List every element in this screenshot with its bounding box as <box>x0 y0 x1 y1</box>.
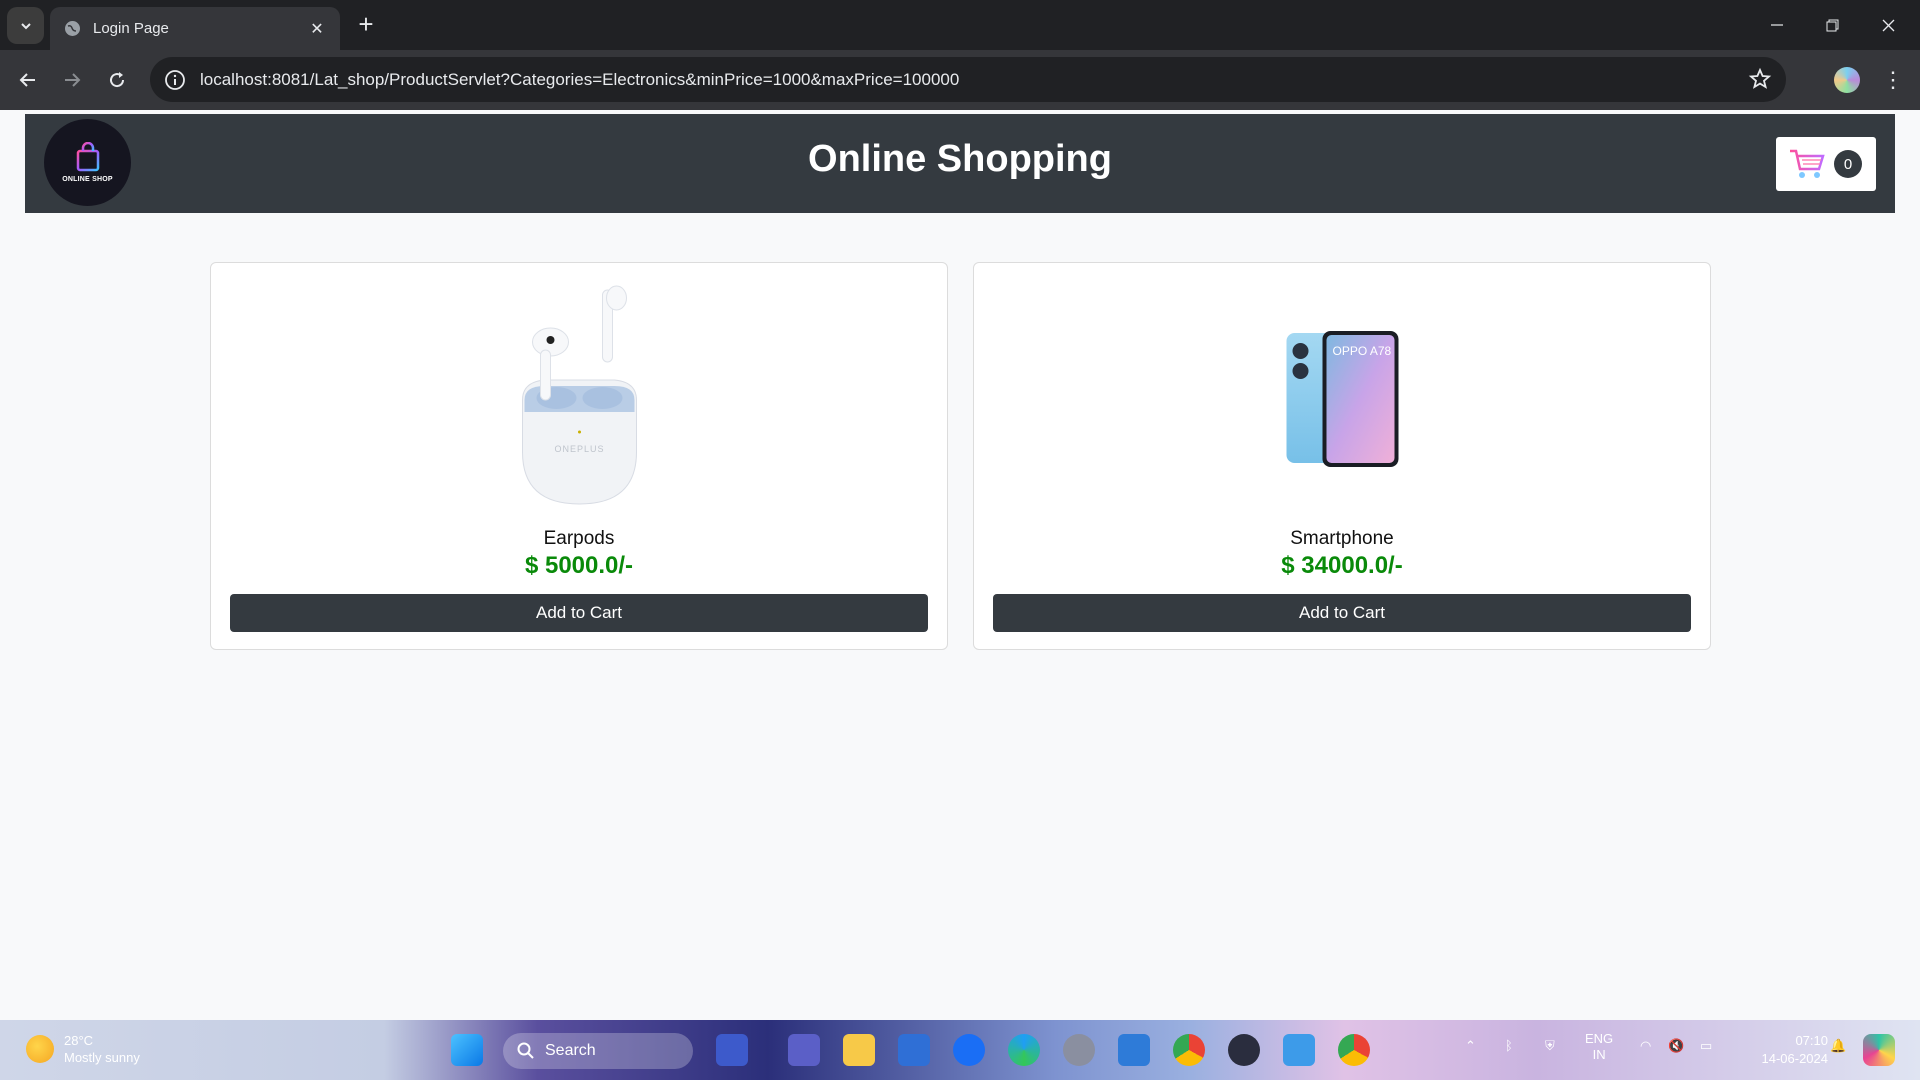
notepad-icon[interactable] <box>1283 1034 1315 1066</box>
chrome-icon[interactable] <box>1173 1034 1205 1066</box>
close-tab-icon[interactable]: ✕ <box>308 19 326 39</box>
browser-tab-bar: Login Page ✕ + <box>0 0 1920 50</box>
arrow-right-icon <box>65 73 81 87</box>
taskbar-search[interactable]: Search <box>503 1033 693 1069</box>
sun-icon <box>26 1035 54 1063</box>
product-card: ONEPLUS Earpods $ 5000.0/- Add to Cart <box>210 262 948 650</box>
region: IN <box>1592 1047 1606 1062</box>
product-price: $ 5000.0/- <box>524 552 634 579</box>
eclipse-icon[interactable] <box>1228 1034 1260 1066</box>
minimize-button[interactable] <box>1755 10 1799 40</box>
profile-avatar[interactable] <box>1834 67 1860 93</box>
product-name: Earpods <box>543 528 615 549</box>
restore-button[interactable] <box>1810 10 1854 40</box>
widgets-icon[interactable] <box>716 1034 748 1066</box>
edge-icon[interactable] <box>1008 1034 1040 1066</box>
add-to-cart-button[interactable]: Add to Cart <box>230 594 928 632</box>
cart-button[interactable]: 0 <box>1776 137 1876 191</box>
earpods-image: ONEPLUS <box>507 281 652 511</box>
weather-text: Mostly sunny <box>64 1050 140 1065</box>
earpods-brand: ONEPLUS <box>554 444 604 454</box>
chevron-up-icon[interactable]: ⌃ <box>1465 1038 1476 1054</box>
forward-button[interactable] <box>56 64 88 96</box>
battery-icon[interactable]: ▭ <box>1700 1038 1712 1054</box>
shopping-cart-icon <box>1790 149 1825 178</box>
site-header: ONLINE SHOP Online Shopping 0 <box>25 114 1895 213</box>
site-info-icon[interactable] <box>164 69 186 91</box>
reload-icon <box>110 72 125 88</box>
search-icon <box>517 1042 534 1059</box>
bookmark-star-icon[interactable] <box>1748 67 1772 91</box>
chevron-down-icon <box>20 22 31 29</box>
close-window-button[interactable] <box>1866 10 1910 40</box>
product-name: Smartphone <box>1290 528 1394 549</box>
address-bar[interactable]: localhost:8081/Lat_shop/ProductServlet?C… <box>150 57 1786 102</box>
arrow-left-icon <box>19 73 35 87</box>
notification-bell-icon[interactable]: 🔔 <box>1830 1038 1846 1054</box>
windows-taskbar: 28°C Mostly sunny Search ⌃ ᛒ ⛨ ENG IN ◠ … <box>0 1020 1920 1080</box>
start-icon[interactable] <box>451 1034 483 1066</box>
time: 07:10 <box>1795 1033 1828 1048</box>
cart-count-badge: 0 <box>1834 150 1862 178</box>
file-explorer-icon[interactable] <box>843 1034 875 1066</box>
product-card: OPPO A78 Smartphone $ 34000.0/- Add to C… <box>973 262 1711 650</box>
copilot-icon[interactable] <box>1863 1034 1895 1066</box>
dell-icon[interactable] <box>1063 1034 1095 1066</box>
smartphone-image: OPPO A78 <box>1270 281 1415 511</box>
language-indicator[interactable]: ENG IN <box>1585 1031 1613 1063</box>
browser-toolbar: localhost:8081/Lat_shop/ProductServlet?C… <box>0 50 1920 110</box>
restore-icon <box>1826 19 1838 31</box>
globe-icon <box>64 20 81 37</box>
new-tab-button[interactable]: + <box>352 11 380 39</box>
close-icon <box>1882 19 1894 31</box>
clock[interactable]: 07:10 14-06-2024 <box>1738 1032 1829 1068</box>
date: 14-06-2024 <box>1761 1051 1829 1066</box>
search-label: Search <box>545 1042 596 1059</box>
mute-icon[interactable]: 🔇 <box>1668 1038 1684 1054</box>
reload-button[interactable] <box>101 64 133 96</box>
bluetooth-icon[interactable]: ᛒ <box>1505 1038 1513 1053</box>
product-price: $ 34000.0/- <box>1281 552 1403 579</box>
page-title: Online Shopping <box>808 138 1112 180</box>
browser-menu-icon[interactable]: ⋮ <box>1880 65 1906 95</box>
temperature: 28°C <box>64 1033 94 1048</box>
wifi-icon[interactable]: ◠ <box>1640 1038 1651 1054</box>
minimize-icon <box>1771 24 1783 26</box>
add-to-cart-button[interactable]: Add to Cart <box>993 594 1691 632</box>
tab-title: Login Page <box>93 20 169 37</box>
mail-icon[interactable] <box>1118 1034 1150 1066</box>
back-button[interactable] <box>12 64 44 96</box>
page-content: ONLINE SHOP Online Shopping 0 ONEPLUS Ea… <box>0 110 1920 1020</box>
language: ENG <box>1585 1031 1614 1046</box>
smartphone-brand: OPPO A78 <box>1332 344 1391 358</box>
photos-icon[interactable] <box>898 1034 930 1066</box>
tab-search-button[interactable] <box>7 7 44 44</box>
chrome-active-icon[interactable] <box>1338 1034 1370 1066</box>
security-icon[interactable]: ⛨ <box>1545 1038 1555 1054</box>
weather-widget[interactable]: 28°C Mostly sunny <box>26 1032 140 1066</box>
browser-tab[interactable]: Login Page ✕ <box>50 7 340 50</box>
url-text: localhost:8081/Lat_shop/ProductServlet?C… <box>200 69 960 89</box>
teams-icon[interactable] <box>788 1034 820 1066</box>
zoom-icon[interactable] <box>953 1034 985 1066</box>
